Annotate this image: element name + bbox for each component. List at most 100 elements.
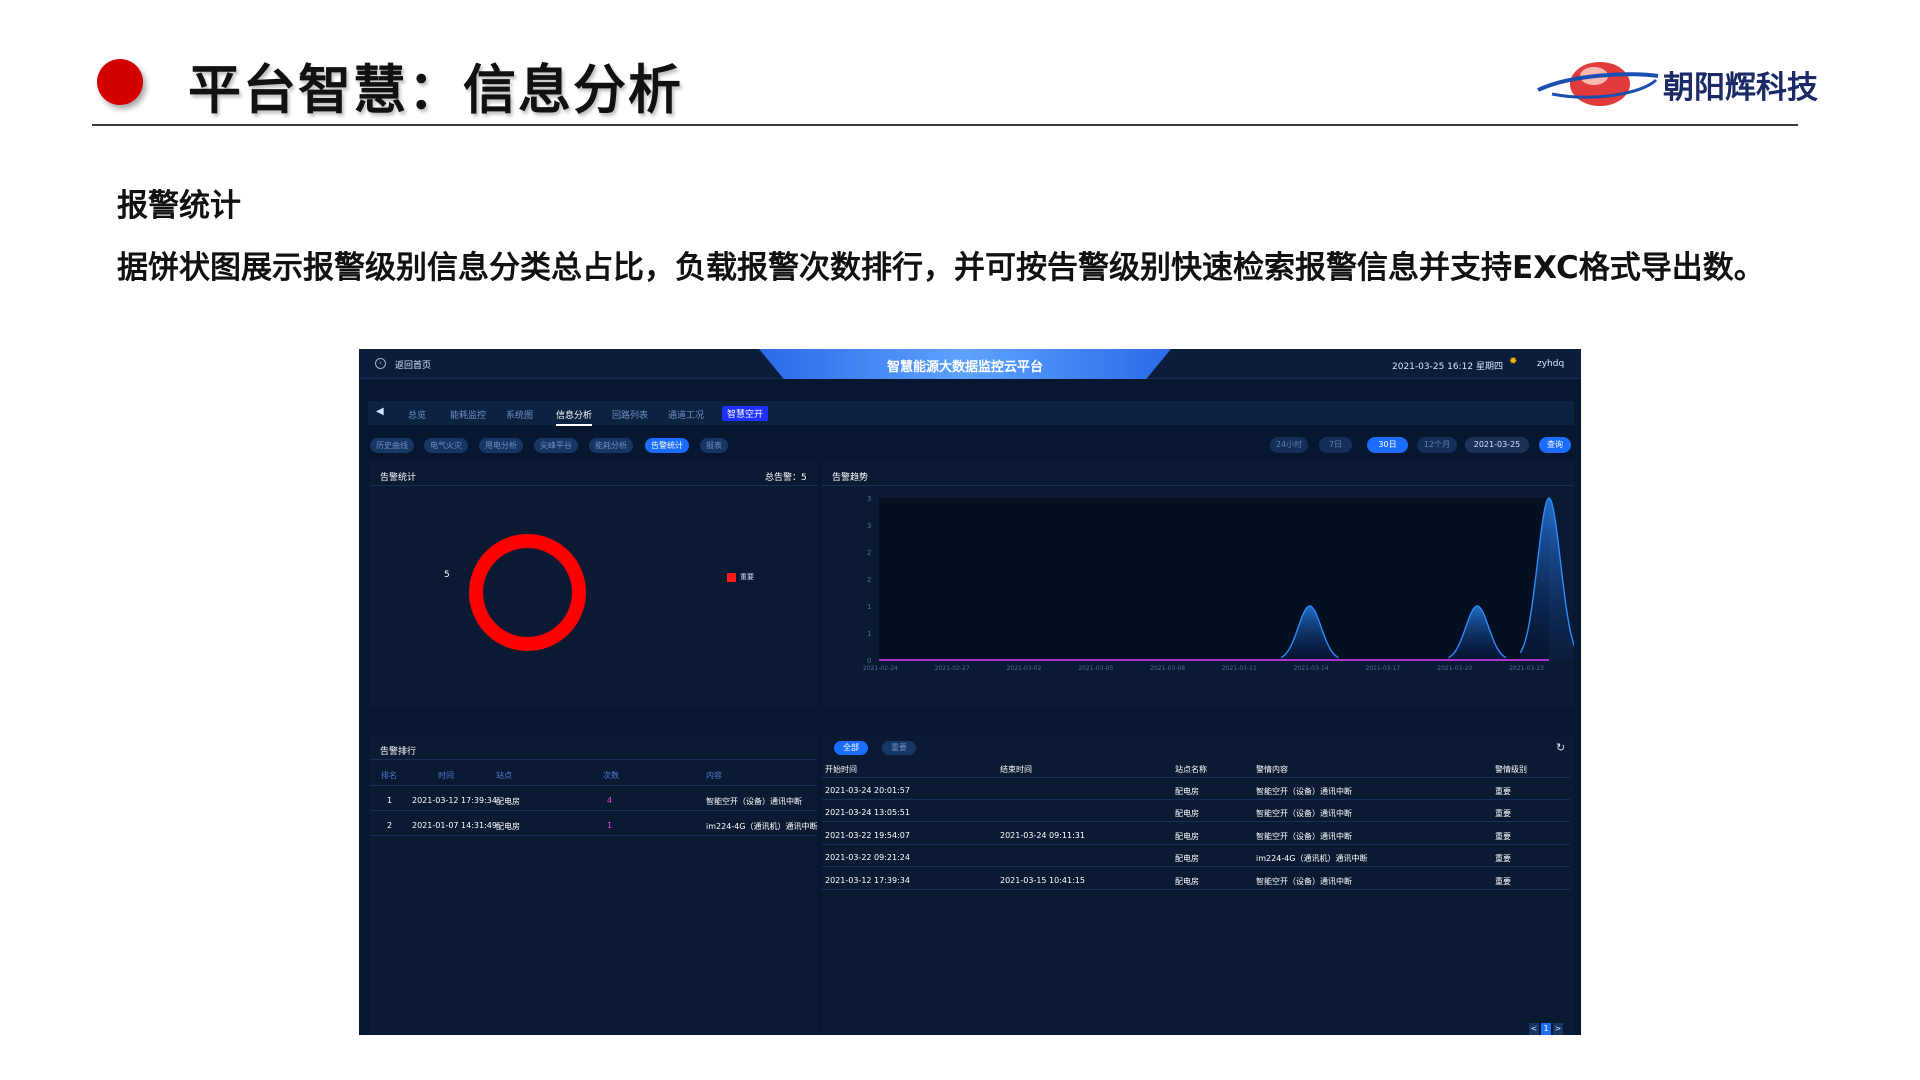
range-30d[interactable]: 30日	[1367, 437, 1408, 453]
subtab-fire[interactable]: 电气火灾	[424, 438, 468, 453]
y-tick-label: 3	[867, 522, 871, 530]
slide: 平台智慧：信息分析 朝阳辉科技 报警统计 据饼状图展示报警级别信息分类总占比，负…	[0, 0, 1920, 1080]
dashboard-screenshot: ‹ 返回首页 智慧能源大数据监控云平台 2021-03-25 16:12 星期四…	[359, 349, 1581, 1035]
x-tick-label: 2021-03-17	[1366, 665, 1401, 672]
rank-cell: 智能空开（设备）通讯中断	[706, 797, 802, 806]
cell-start: 2021-03-12 17:39:34	[825, 876, 910, 885]
cell-level: 重要	[1495, 877, 1511, 886]
alarm-level-donut[interactable]	[469, 534, 586, 651]
subtab-history[interactable]: 历史曲线	[370, 438, 414, 453]
slide-title: 平台智慧：信息分析	[188, 60, 683, 121]
date-picker[interactable]: 2021-03-25	[1465, 437, 1529, 453]
col-level: 警情级别	[1495, 765, 1527, 774]
panel-divider	[370, 759, 817, 760]
panel-divider	[370, 485, 817, 486]
plot-area	[879, 498, 1549, 660]
cell-start: 2021-03-24 20:01:57	[825, 786, 910, 795]
cell-site: 配电房	[1175, 877, 1199, 886]
alarm-ranking-panel: 告警排行 排名 时间 站点 次数 内容 1 2021-03-12 17:39:3…	[370, 735, 817, 1035]
col-start-time: 开始时间	[825, 765, 857, 774]
cell-end: 2021-03-24 09:11:31	[1000, 831, 1085, 840]
back-home-link[interactable]: 返回首页	[395, 358, 431, 371]
alarm-trend-chart: 0 1 1 2 2 3 3 2021-02-24 2021-02-27 2021-03-02 202…	[863, 495, 1574, 672]
x-tick-label: 2021-03-23	[1509, 665, 1544, 672]
tab-all[interactable]: 全部	[834, 741, 868, 755]
tab-important[interactable]: 重要	[882, 741, 916, 755]
rank-cell: 2021-03-12 17:39:34	[412, 796, 497, 805]
rank-col-time: 时间	[438, 771, 454, 780]
x-tick-label: 2021-03-08	[1150, 665, 1185, 672]
red-bullet-icon	[97, 59, 143, 105]
weather-sun-icon: ✹	[1509, 356, 1518, 367]
y-tick-label: 2	[867, 576, 871, 584]
y-tick-label: 3	[867, 495, 871, 503]
row-divider	[822, 866, 1570, 867]
speaker-icon[interactable]: ◀	[376, 406, 384, 417]
alarm-stats-panel: 告警统计 总告警：5 5 重要	[370, 461, 817, 708]
nav-item-circuits[interactable]: 回路列表	[612, 408, 648, 421]
cell-level: 重要	[1495, 854, 1511, 863]
brand-name: 朝阳辉科技	[1663, 70, 1818, 106]
topbar-datetime: 2021-03-25 16:12 星期四	[1392, 362, 1503, 372]
legend-swatch[interactable]	[727, 573, 736, 582]
y-tick-label: 1	[867, 603, 871, 611]
dashboard-title: 智慧能源大数据监控云平台	[886, 360, 1043, 375]
dashboard-topbar: ‹ 返回首页 智慧能源大数据监控云平台 2021-03-25 16:12 星期四…	[359, 349, 1581, 379]
nav-item-energy[interactable]: 能耗监控	[450, 408, 486, 421]
y-tick-label: 1	[867, 630, 871, 638]
cell-end: 2021-03-15 10:41:15	[1000, 876, 1085, 885]
col-site: 站点名称	[1175, 765, 1207, 774]
section-title: 报警统计	[117, 188, 241, 224]
cell-level: 重要	[1495, 832, 1511, 841]
range-24h[interactable]: 24小时	[1270, 437, 1308, 453]
legend-label[interactable]: 重要	[740, 572, 754, 582]
x-tick-label: 2021-03-11	[1222, 665, 1257, 672]
rank-cell: 1	[387, 796, 393, 805]
subtab-energy[interactable]: 能耗分析	[589, 438, 633, 453]
nav-item-overview[interactable]: 总览	[408, 408, 426, 421]
nav-item-system[interactable]: 系统图	[506, 408, 533, 421]
refresh-icon[interactable]: ↻	[1556, 741, 1565, 754]
nav-item-channels[interactable]: 通道工况	[668, 408, 704, 421]
range-12m[interactable]: 12个月	[1417, 437, 1457, 453]
total-alarms: 总告警：5	[765, 473, 807, 483]
row-divider	[370, 835, 816, 836]
pager-next[interactable]: >	[1553, 1023, 1563, 1035]
row-divider	[370, 810, 816, 811]
subtab-report[interactable]: 报表	[700, 438, 728, 453]
rank-cell: 配电房	[496, 797, 520, 806]
rank-col-count: 次数	[603, 771, 619, 780]
subtab-peak-valley[interactable]: 尖峰平谷	[534, 438, 578, 453]
x-tick-label: 2021-02-24	[863, 665, 898, 672]
user-name[interactable]: zyhdq	[1537, 359, 1564, 369]
x-tick-label: 2021-03-14	[1294, 665, 1329, 672]
cell-start: 2021-03-22 09:21:24	[825, 853, 910, 862]
subtab-alarm-stats[interactable]: 告警统计	[645, 438, 689, 453]
query-button[interactable]: 查询	[1539, 437, 1571, 453]
rank-cell: im224-4G（通讯机）通讯中断	[706, 822, 818, 831]
cell-content: im224-4G（通讯机）通讯中断	[1256, 854, 1368, 863]
row-divider	[822, 844, 1570, 845]
rank-cell: 2	[387, 821, 393, 830]
subtab-usage[interactable]: 用电分析	[479, 438, 523, 453]
x-tick-label: 2021-02-27	[935, 665, 970, 672]
pager-prev[interactable]: <	[1529, 1023, 1539, 1035]
cell-content: 智能空开（设备）通讯中断	[1256, 809, 1352, 818]
col-end-time: 结束时间	[1000, 765, 1032, 774]
cell-content: 智能空开（设备）通讯中断	[1256, 787, 1352, 796]
company-logo-icon	[1537, 62, 1659, 106]
row-divider	[822, 799, 1570, 800]
alarm-trend-title: 告警趋势	[832, 473, 869, 483]
rank-col-rank: 排名	[381, 771, 397, 780]
pager-page-1[interactable]: 1	[1541, 1023, 1551, 1035]
nav-item-smart-breaker[interactable]: 智慧空开	[722, 406, 769, 421]
y-tick-label: 0	[867, 657, 871, 665]
rank-count: 1	[607, 821, 613, 830]
col-content: 警情内容	[1256, 765, 1288, 774]
rank-cell: 配电房	[496, 822, 520, 831]
nav-item-info-analysis[interactable]: 信息分析	[556, 408, 593, 426]
range-7d[interactable]: 7日	[1319, 437, 1352, 453]
donut-value-label: 5	[444, 570, 450, 580]
row-divider	[822, 821, 1570, 822]
back-icon[interactable]: ‹	[375, 358, 386, 369]
